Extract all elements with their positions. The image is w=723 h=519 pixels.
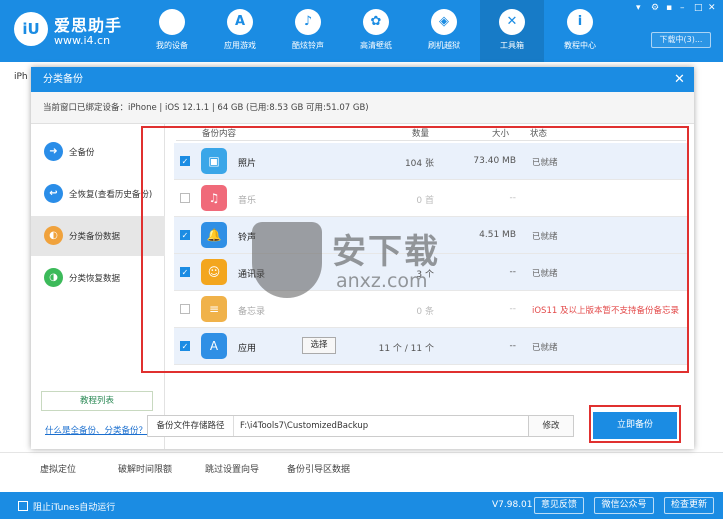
close-icon[interactable]: ✕ (671, 71, 688, 88)
backup-path-value[interactable]: F:\i4Tools7\CustomizedBackup (240, 416, 368, 436)
bg-device-tab[interactable]: iPh (14, 72, 28, 82)
tutorial-list-button[interactable]: 教程列表 (41, 391, 153, 411)
device-info: 当前窗口已绑定设备：iPhone | iOS 12.1.1 | 64 GB (已… (31, 92, 694, 124)
tools-icon: ✕ (499, 9, 525, 35)
what-is-backup-link[interactable]: 什么是全备份、分类备份？ (45, 424, 147, 436)
flower-icon: ✿ (363, 9, 389, 35)
wifi-icon[interactable]: ▾ (636, 3, 641, 13)
info-icon: i (567, 9, 593, 35)
gear-icon[interactable]: ⚙ (651, 3, 659, 13)
backup-path-field: 备份文件存储路径 F:\i4Tools7\CustomizedBackup (147, 415, 574, 437)
maximize-icon[interactable]: □ (694, 3, 703, 13)
shield-icon (252, 222, 322, 298)
backup-path-label: 备份文件存储路径 (148, 416, 234, 436)
app-store-icon: A (227, 9, 253, 35)
feedback-button[interactable]: 意见反馈 (534, 497, 584, 514)
nav-label: 应用游戏 (224, 41, 256, 50)
nav-label: 酷炫铃声 (292, 41, 324, 50)
itunes-label: 阻止iTunes自动运行 (33, 503, 116, 513)
bg-tool-screen-time[interactable]: 破解时间限额 (118, 462, 172, 475)
nav-toolbox[interactable]: ✕ 工具箱 (480, 0, 544, 62)
version-label: V7.98.01 (492, 500, 533, 510)
download-button[interactable]: 下载中(3)... (651, 32, 711, 48)
itunes-checkbox[interactable] (18, 501, 28, 511)
nav-flash-jailbreak[interactable]: ◈ 刷机越狱 (412, 0, 476, 62)
watermark: 安下载 anxz.com (252, 222, 472, 298)
sidebar-item-label: 分类恢复数据 (69, 274, 121, 284)
close-icon[interactable]: ✕ (708, 3, 716, 13)
nav-label: 教程中心 (564, 41, 596, 50)
app-title: 爱思助手 (54, 16, 123, 35)
nav-tutorials[interactable]: i 教程中心 (548, 0, 612, 62)
sidebar-item-label: 全恢复(查看历史备份) (69, 190, 153, 200)
bell-icon: ♪ (295, 9, 321, 35)
divider (0, 452, 723, 453)
nav-apps-games[interactable]: A 应用游戏 (208, 0, 272, 62)
watermark-sub: anxz.com (336, 270, 428, 292)
nav-label: 工具箱 (500, 41, 524, 50)
wechat-button[interactable]: 微信公众号 (594, 497, 654, 514)
top-bar: iU 爱思助手 www.i4.cn 我的设备 A 应用游戏 ♪ 酷炫铃声 ✿ 高… (0, 0, 723, 62)
bg-tool-boot-backup[interactable]: 备份引导区数据 (287, 462, 350, 475)
watermark-text: 安下载 (332, 232, 440, 272)
arrow-left-icon: ↩ (44, 184, 63, 203)
nav-label: 高清壁纸 (360, 41, 392, 50)
category-backup-icon: ◐ (44, 226, 63, 245)
check-update-button[interactable]: 检查更新 (664, 497, 714, 514)
dialog-title: 分类备份 (31, 67, 694, 92)
arrow-right-icon: ➜ (44, 142, 63, 161)
highlight-box-backup (589, 405, 681, 443)
skin-icon[interactable]: ▪ (666, 3, 672, 13)
app-url: www.i4.cn (54, 34, 111, 47)
sidebar-item-label: 分类备份数据 (69, 232, 121, 242)
minimize-icon[interactable]: – (680, 3, 685, 13)
nav-my-device[interactable]: 我的设备 (140, 0, 204, 62)
nav-wallpapers[interactable]: ✿ 高清壁纸 (344, 0, 408, 62)
category-restore-icon: ◑ (44, 268, 63, 287)
nav-ringtones[interactable]: ♪ 酷炫铃声 (276, 0, 340, 62)
dropbox-icon: ◈ (431, 9, 457, 35)
sidebar-item-label: 全备份 (69, 148, 95, 158)
nav-label: 刷机越狱 (428, 41, 460, 50)
bg-tool-virtual-location[interactable]: 虚拟定位 (40, 462, 76, 475)
status-bar: 阻止iTunes自动运行 V7.98.01 意见反馈 微信公众号 检查更新 (0, 492, 723, 519)
modify-path-button[interactable]: 修改 (528, 415, 574, 437)
bg-tool-skip-setup[interactable]: 跳过设置向导 (205, 462, 259, 475)
apple-icon (159, 9, 185, 35)
nav-label: 我的设备 (156, 41, 188, 50)
app-logo: iU (14, 12, 48, 46)
